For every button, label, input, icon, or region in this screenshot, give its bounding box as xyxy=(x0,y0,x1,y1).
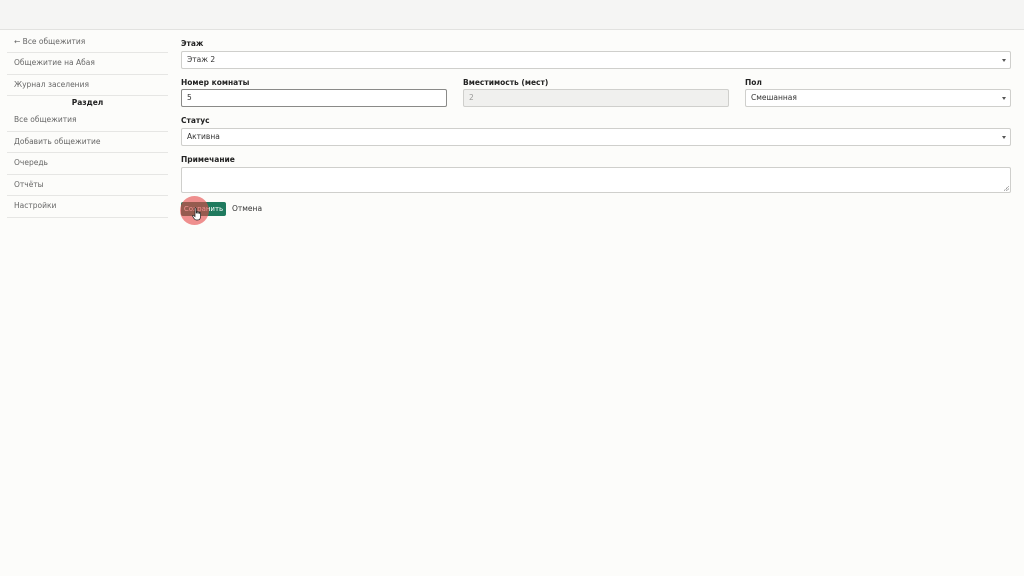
capacity-input: 2 xyxy=(463,89,729,107)
top-bar xyxy=(0,0,1024,30)
floor-select[interactable]: Этаж 2 xyxy=(181,51,1011,69)
sidebar: ← Все общежития Общежитие на Абая Журнал… xyxy=(7,32,168,218)
room-number-value: 5 xyxy=(187,93,192,102)
sidebar-item-queue[interactable]: Очередь xyxy=(7,153,168,175)
save-button[interactable]: Сохранить xyxy=(181,202,226,216)
room-number-label: Номер комнаты xyxy=(181,78,250,87)
floor-select-value: Этаж 2 xyxy=(187,55,216,64)
capacity-label: Вместимость (мест) xyxy=(463,78,549,87)
note-label: Примечание xyxy=(181,155,235,164)
room-number-input[interactable]: 5 xyxy=(181,89,447,107)
sidebar-item-dorm-abaya[interactable]: Общежитие на Абая xyxy=(7,53,168,75)
note-textarea[interactable] xyxy=(181,167,1011,193)
floor-label: Этаж xyxy=(181,39,204,48)
gender-label: Пол xyxy=(745,78,762,87)
sidebar-section-heading: Раздел xyxy=(71,98,104,107)
sidebar-item-reports[interactable]: Отчёты xyxy=(7,175,168,196)
back-to-all-dorms-link[interactable]: ← Все общежития xyxy=(7,32,168,53)
gender-select-value: Смешанная xyxy=(751,93,797,102)
sidebar-item-all-dorms[interactable]: Все общежития xyxy=(7,110,168,132)
sidebar-item-add-dorm[interactable]: Добавить общежитие xyxy=(7,132,168,153)
sidebar-item-settings[interactable]: Настройки xyxy=(7,196,168,218)
status-label: Статус xyxy=(181,116,210,125)
status-select[interactable]: Активна xyxy=(181,128,1011,146)
cancel-button[interactable]: Отмена xyxy=(232,202,262,216)
capacity-value: 2 xyxy=(469,93,474,102)
resize-grip-icon[interactable] xyxy=(1004,186,1009,191)
gender-select[interactable]: Смешанная xyxy=(745,89,1011,107)
sidebar-item-checkin-log[interactable]: Журнал заселения xyxy=(7,75,168,96)
status-select-value: Активна xyxy=(187,132,220,141)
